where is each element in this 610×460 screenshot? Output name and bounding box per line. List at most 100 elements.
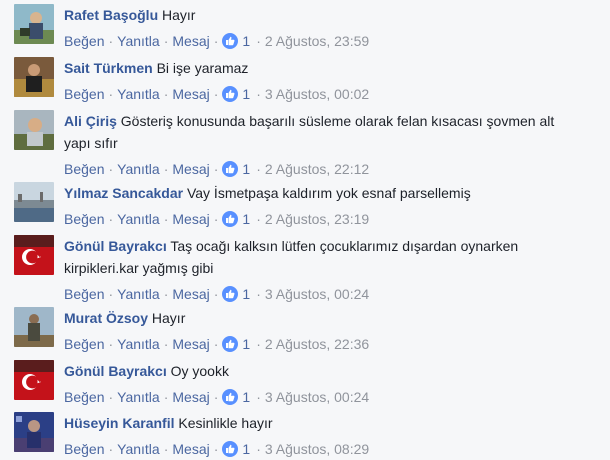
comment-actions: Beğen · Yanıtla · Mesaj · 1 · 2 Ağustos, 23:19	[64, 208, 599, 230]
comment-actions: Beğen · Yanıtla · Mesaj · 1 · 3 Ağustos, 00:24	[64, 386, 599, 408]
comment-author[interactable]: Gönül Bayrakcı	[64, 363, 167, 379]
separator: ·	[163, 86, 169, 102]
separator: ·	[108, 33, 114, 49]
separator: ·	[108, 336, 114, 352]
thumbs-up-icon[interactable]	[222, 336, 239, 352]
separator: ·	[163, 211, 169, 227]
comment-text-continuation: kirpikleri.kar yağmış gibi	[64, 260, 214, 276]
like-link[interactable]: Beğen	[64, 389, 104, 405]
like-count[interactable]: 1	[242, 441, 250, 457]
message-link[interactable]: Mesaj	[172, 161, 209, 177]
like-count[interactable]: 1	[242, 161, 250, 177]
separator: ·	[108, 389, 114, 405]
thumbs-up-icon[interactable]	[222, 86, 239, 102]
separator: ·	[213, 441, 219, 457]
like-link[interactable]: Beğen	[64, 336, 104, 352]
comment-actions: Beğen · Yanıtla · Mesaj · 1 · 2 Ağustos, 23:59	[64, 30, 599, 52]
thumbs-up-icon[interactable]	[222, 286, 239, 302]
comment-author[interactable]: Murat Özsoy	[64, 310, 148, 326]
separator: ·	[256, 336, 261, 352]
separator: ·	[163, 161, 169, 177]
thumbs-up-icon[interactable]	[222, 33, 239, 49]
reply-link[interactable]: Yanıtla	[117, 286, 160, 302]
thumbs-up-icon[interactable]	[222, 211, 239, 227]
comment-body: Rafet Başoğlu Hayır Beğen · Yanıtla · Mesaj ·…	[64, 4, 599, 52]
like-link[interactable]: Beğen	[64, 441, 104, 457]
avatar[interactable]	[14, 307, 54, 347]
comment-text: Oy yookk	[170, 363, 229, 379]
separator: ·	[256, 389, 261, 405]
thumbs-up-icon[interactable]	[222, 441, 239, 457]
comment-actions: Beğen · Yanıtla · Mesaj · 1 · 3 Ağustos, 00:24	[64, 283, 599, 305]
like-link[interactable]: Beğen	[64, 161, 104, 177]
separator: ·	[163, 336, 169, 352]
like-count[interactable]: 1	[242, 336, 250, 352]
comment-body: Sait Türkmen Bi işe yaramaz Beğen · Yanıtl…	[64, 57, 599, 105]
comment-timestamp[interactable]: 2 Ağustos, 23:59	[265, 33, 369, 49]
avatar[interactable]	[14, 110, 54, 150]
reply-link[interactable]: Yanıtla	[117, 441, 160, 457]
like-link[interactable]: Beğen	[64, 286, 104, 302]
comment-text: Hayır	[162, 7, 196, 23]
reply-link[interactable]: Yanıtla	[117, 211, 160, 227]
like-count[interactable]: 1	[242, 286, 250, 302]
reply-link[interactable]: Yanıtla	[117, 389, 160, 405]
avatar[interactable]	[14, 235, 54, 275]
comment-text: Bi işe yaramaz	[156, 60, 249, 76]
comment-actions: Beğen · Yanıtla · Mesaj · 1 · 2 Ağustos, 22:12	[64, 158, 599, 180]
separator: ·	[256, 161, 261, 177]
separator: ·	[256, 33, 261, 49]
message-link[interactable]: Mesaj	[172, 441, 209, 457]
avatar[interactable]	[14, 182, 54, 222]
reply-link[interactable]: Yanıtla	[117, 336, 160, 352]
message-link[interactable]: Mesaj	[172, 389, 209, 405]
comment-timestamp[interactable]: 3 Ağustos, 00:24	[265, 389, 369, 405]
comment-author[interactable]: Rafet Başoğlu	[64, 7, 158, 23]
comment-timestamp[interactable]: 2 Ağustos, 23:19	[265, 211, 369, 227]
comment-author[interactable]: Gönül Bayrakcı	[64, 238, 167, 254]
comment-actions: Beğen · Yanıtla · Mesaj · 1 · 3 Ağustos, 08:29	[64, 438, 599, 460]
separator: ·	[213, 389, 219, 405]
comment-timestamp[interactable]: 3 Ağustos, 00:02	[265, 86, 369, 102]
message-link[interactable]: Mesaj	[172, 336, 209, 352]
comment-author[interactable]: Ali Çiriş	[64, 113, 117, 129]
comment-actions: Beğen · Yanıtla · Mesaj · 1 · 3 Ağustos, 00:02	[64, 83, 599, 105]
reply-link[interactable]: Yanıtla	[117, 161, 160, 177]
separator: ·	[213, 86, 219, 102]
message-link[interactable]: Mesaj	[172, 33, 209, 49]
like-count[interactable]: 1	[242, 389, 250, 405]
avatar[interactable]	[14, 57, 54, 97]
separator: ·	[213, 211, 219, 227]
thumbs-up-icon[interactable]	[222, 389, 239, 405]
reply-link[interactable]: Yanıtla	[117, 86, 160, 102]
comment-timestamp[interactable]: 3 Ağustos, 00:24	[265, 286, 369, 302]
comment-author[interactable]: Yılmaz Sancakdar	[64, 185, 183, 201]
comment-body: Yılmaz Sancakdar Vay İsmetpaşa kaldırım …	[64, 182, 599, 230]
comment-body: Ali Çiriş Gösteriş konusunda başarılı sü…	[64, 110, 599, 180]
comment-timestamp[interactable]: 2 Ağustos, 22:36	[265, 336, 369, 352]
comment-timestamp[interactable]: 3 Ağustos, 08:29	[265, 441, 369, 457]
avatar[interactable]	[14, 412, 54, 452]
comment-list: Rafet Başoğlu Hayır Beğen · Yanıtla · Mesaj ·…	[0, 0, 610, 458]
reply-link[interactable]: Yanıtla	[117, 33, 160, 49]
comment-text-line: Sait Türkmen Bi işe yaramaz	[64, 57, 599, 79]
like-count[interactable]: 1	[242, 33, 250, 49]
comment-timestamp[interactable]: 2 Ağustos, 22:12	[265, 161, 369, 177]
thumbs-up-icon[interactable]	[222, 161, 239, 177]
comment-text: Gösteriş konusunda başarılı süsleme olar…	[120, 113, 555, 129]
separator: ·	[256, 441, 261, 457]
separator: ·	[163, 441, 169, 457]
message-link[interactable]: Mesaj	[172, 211, 209, 227]
like-link[interactable]: Beğen	[64, 33, 104, 49]
like-link[interactable]: Beğen	[64, 86, 104, 102]
like-count[interactable]: 1	[242, 86, 250, 102]
like-link[interactable]: Beğen	[64, 211, 104, 227]
comment-author[interactable]: Hüseyin Karanfil	[64, 415, 174, 431]
avatar[interactable]	[14, 4, 54, 44]
comment-author[interactable]: Sait Türkmen	[64, 60, 153, 76]
message-link[interactable]: Mesaj	[172, 86, 209, 102]
like-count[interactable]: 1	[242, 211, 250, 227]
avatar[interactable]	[14, 360, 54, 400]
comment-text-line: Ali Çiriş Gösteriş konusunda başarılı sü…	[64, 110, 599, 132]
message-link[interactable]: Mesaj	[172, 286, 209, 302]
